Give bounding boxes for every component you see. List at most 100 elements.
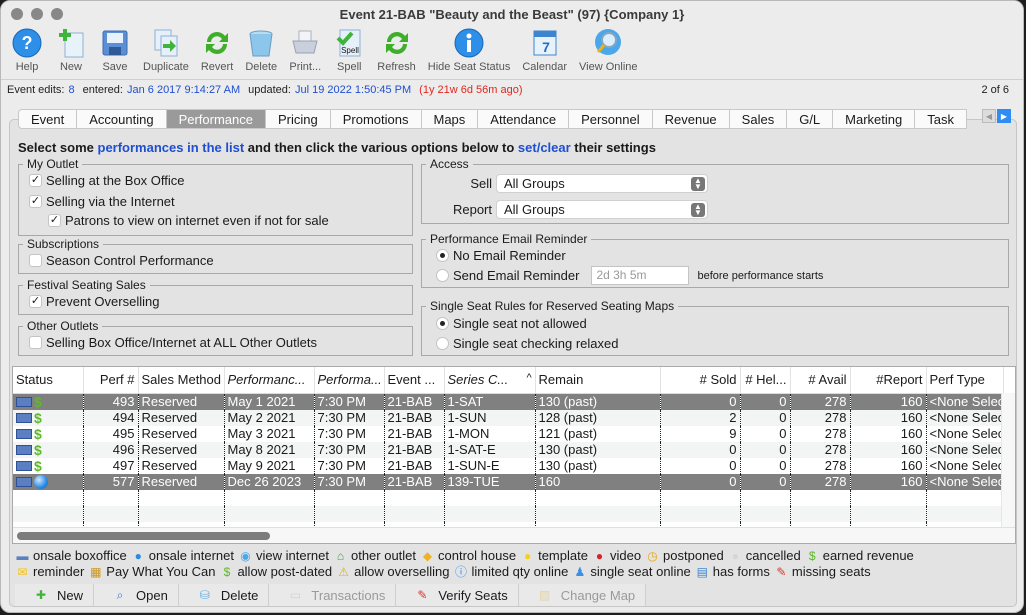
- delete-button[interactable]: Delete: [239, 27, 283, 73]
- table-row[interactable]: $496 Reserved May 8 2021 7:30 PM 21-BAB 1-SAT…: [13, 441, 1004, 458]
- report-groups-select[interactable]: All Groups ▲ ▼: [496, 200, 708, 219]
- tab-task[interactable]: Task: [915, 109, 967, 129]
- tab-scroll-right-button[interactable]: ▶: [997, 109, 1011, 123]
- sell-access-row: Sell All Groups ▲ ▼: [422, 174, 708, 193]
- transactions-button[interactable]: ▭ Transactions: [269, 584, 397, 606]
- avail-cell: 278: [790, 473, 851, 490]
- performance-date-cell: May 9 2021: [224, 457, 315, 474]
- duplicate-button[interactable]: Duplicate: [137, 27, 195, 73]
- empty-cell: [444, 505, 536, 522]
- all-outlets-option[interactable]: Selling Box Office/Internet at ALL Other…: [29, 335, 317, 350]
- sell-groups-select[interactable]: All Groups ▲ ▼: [496, 174, 708, 193]
- tab-personnel[interactable]: Personnel: [569, 109, 653, 129]
- sort-ascending-icon: ^: [526, 372, 532, 385]
- col-performance-time[interactable]: Performa...: [314, 367, 385, 394]
- col-held[interactable]: # Hel...: [740, 367, 791, 394]
- single-seat-relaxed-option[interactable]: Single seat checking relaxed: [436, 336, 619, 351]
- new-button[interactable]: New: [49, 27, 93, 73]
- print-button[interactable]: Print...: [283, 27, 327, 73]
- tab-performance[interactable]: Performance: [166, 109, 266, 129]
- no-email-reminder-radio[interactable]: [436, 249, 449, 262]
- col-perf-type[interactable]: Perf Type: [926, 367, 1004, 394]
- horizontal-scroll-thumb[interactable]: [17, 532, 270, 540]
- col-sales-method[interactable]: Sales Method: [138, 367, 225, 394]
- table-horizontal-scrollbar[interactable]: [13, 527, 1015, 543]
- save-button[interactable]: Save: [93, 27, 137, 73]
- tab-sales[interactable]: Sales: [729, 109, 788, 129]
- table-row[interactable]: $497 Reserved May 9 2021 7:30 PM 21-BAB 1-SUN…: [13, 457, 1004, 474]
- col-perf-number[interactable]: Perf #: [83, 367, 139, 394]
- remain-cell: 160: [535, 473, 661, 490]
- refresh-button[interactable]: Refresh: [371, 27, 422, 73]
- open-button[interactable]: ⌕ Open: [94, 584, 179, 606]
- view-internet-option[interactable]: ✓ Patrons to view on internet even if no…: [48, 213, 329, 228]
- reminder-duration-input[interactable]: 2d 3h 5m: [591, 266, 690, 285]
- empty-cell: [444, 489, 536, 506]
- no-email-reminder-option[interactable]: No Email Reminder: [436, 248, 566, 263]
- col-report[interactable]: #Report: [850, 367, 927, 394]
- spell-button[interactable]: Spell Spell: [327, 27, 371, 73]
- revert-button[interactable]: Revert: [195, 27, 239, 73]
- table-row[interactable]: 577 Reserved Dec 26 2023 7:30 PM 21-BAB 139-T…: [13, 473, 1004, 490]
- performances-link[interactable]: performances in the list: [98, 140, 245, 155]
- tab-scroll-left-button[interactable]: ◀: [982, 109, 996, 123]
- prevent-overselling-option[interactable]: ✓ Prevent Overselling: [29, 294, 159, 309]
- tab-promotions[interactable]: Promotions: [330, 109, 422, 129]
- performance-date-cell: Dec 26 2023: [224, 473, 315, 490]
- table-row[interactable]: $494 Reserved May 2 2021 7:30 PM 21-BAB 1-SUN…: [13, 409, 1004, 426]
- table-row[interactable]: $493 Reserved May 1 2021 7:30 PM 21-BAB 1-SAT…: [13, 393, 1004, 410]
- send-email-reminder-option[interactable]: Send Email Reminder 2d 3h 5m before perf…: [436, 266, 823, 285]
- empty-cell: [138, 505, 225, 522]
- perf-number-cell: 577: [83, 473, 139, 490]
- tab-attendance[interactable]: Attendance: [478, 109, 570, 129]
- view-online-button[interactable]: View Online: [573, 27, 644, 73]
- empty-cell: [224, 489, 315, 506]
- delete-button[interactable]: ⛁ Delete: [178, 584, 270, 606]
- internet-checkbox[interactable]: ✓: [29, 195, 42, 208]
- legend-line-2: ✉ reminder ▦ Pay What You Can $ allow post-da…: [15, 564, 918, 580]
- legend-item: ◆ control house: [420, 548, 516, 564]
- verify-seats-button[interactable]: ✎ Verify Seats: [396, 584, 519, 606]
- tab-pricing[interactable]: Pricing: [266, 109, 331, 129]
- change-map-button[interactable]: ▨ Change Map: [518, 584, 647, 606]
- all-outlets-checkbox[interactable]: [29, 336, 42, 349]
- season-control-checkbox[interactable]: [29, 254, 42, 267]
- table-vertical-scrollbar[interactable]: [1001, 393, 1015, 527]
- col-performance-date[interactable]: Performanc...: [224, 367, 315, 394]
- col-event[interactable]: Event ...: [384, 367, 445, 394]
- toolbar: ? Help New Save Duplicate Revert Delete …: [1, 27, 1023, 79]
- season-control-option[interactable]: Season Control Performance: [29, 253, 214, 268]
- hide-seat-status-button[interactable]: Hide Seat Status: [422, 27, 517, 73]
- earned-revenue-dollar-icon: $: [34, 425, 42, 442]
- legend-label: cancelled: [745, 548, 801, 563]
- col-avail[interactable]: # Avail: [790, 367, 851, 394]
- help-button[interactable]: ? Help: [5, 27, 49, 73]
- col-status[interactable]: Status: [13, 367, 84, 394]
- onsale-boxoffice-icon: [16, 396, 32, 407]
- tab-maps[interactable]: Maps: [421, 109, 479, 129]
- col-series-code[interactable]: Series C... ^: [444, 367, 536, 394]
- single-seat-relaxed-radio[interactable]: [436, 337, 449, 350]
- sales-method-cell: Reserved: [138, 409, 225, 426]
- table-row[interactable]: $495 Reserved May 3 2021 7:30 PM 21-BAB 1-MON…: [13, 425, 1004, 442]
- box-office-option[interactable]: ✓ Selling at the Box Office: [29, 173, 185, 188]
- single-seat-not-allowed-option[interactable]: Single seat not allowed: [436, 316, 587, 331]
- col-sold[interactable]: # Sold: [660, 367, 741, 394]
- tab-g-l[interactable]: G/L: [787, 109, 834, 129]
- single-seat-not-allowed-radio[interactable]: [436, 317, 449, 330]
- internet-option[interactable]: ✓ Selling via the Internet: [29, 194, 175, 209]
- prevent-overselling-checkbox[interactable]: ✓: [29, 295, 42, 308]
- col-remain[interactable]: Remain: [535, 367, 661, 394]
- new-button[interactable]: ✚ New: [15, 584, 95, 606]
- tab-event[interactable]: Event: [18, 109, 78, 129]
- box-office-checkbox[interactable]: ✓: [29, 174, 42, 187]
- status-cell: $: [13, 393, 84, 410]
- set-clear-link[interactable]: set/clear: [518, 140, 571, 155]
- send-email-reminder-radio[interactable]: [436, 269, 449, 282]
- view-internet-checkbox[interactable]: ✓: [48, 214, 61, 227]
- tab-marketing[interactable]: Marketing: [833, 109, 916, 129]
- calendar-button[interactable]: 7 Calendar: [516, 27, 573, 73]
- tab-accounting[interactable]: Accounting: [77, 109, 167, 129]
- tab-revenue[interactable]: Revenue: [652, 109, 730, 129]
- avail-cell: 278: [790, 441, 851, 458]
